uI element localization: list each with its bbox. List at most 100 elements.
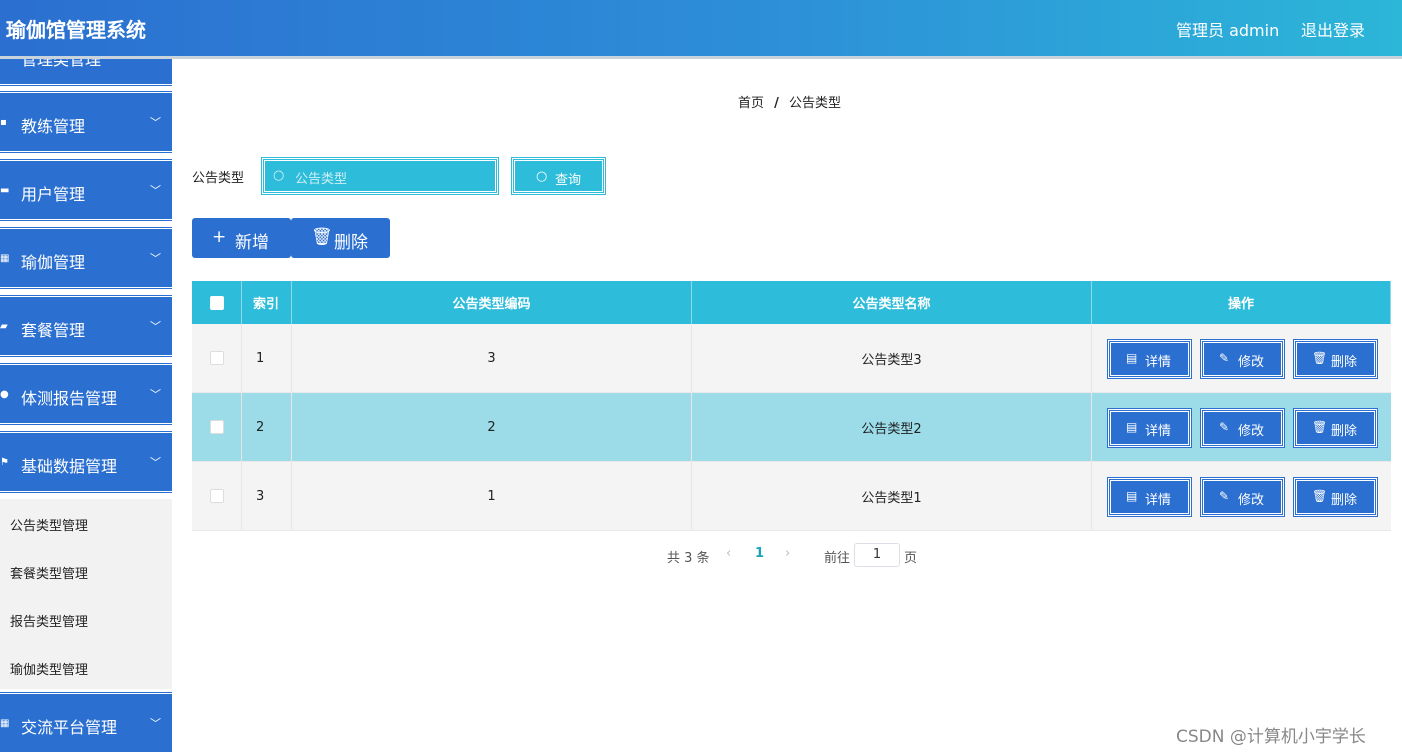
add-button[interactable]: + 新增	[192, 218, 291, 258]
row-code: 1	[292, 462, 692, 530]
sidebar-item-label: 瑜伽管理	[21, 253, 86, 272]
table-row: 2 2 公告类型2 ▤ 详情 ✎ 修改 🗑 删除	[192, 393, 1391, 462]
plus-icon: +	[212, 227, 227, 247]
chevron-down-icon: ﹀	[150, 717, 161, 730]
search-icon: ○	[273, 168, 285, 183]
sidebar-item-partial[interactable]: 管理类管理	[0, 59, 172, 87]
sidebar: 管理类管理 ▪ 教练管理 ﹀ ▬ 用户管理 ﹀ ▦ 瑜伽管理 ﹀ ▰ 套餐管理 …	[0, 59, 172, 753]
batch-delete-button[interactable]: 🗑 删除	[291, 218, 390, 258]
batch-delete-label: 删除	[334, 233, 368, 253]
header-divider	[0, 56, 1402, 59]
detail-button-label: 详情	[1145, 493, 1172, 508]
row-checkbox[interactable]	[209, 351, 224, 365]
row-name: 公告类型3	[692, 324, 1092, 392]
submenu-item-yoga-type[interactable]: 瑜伽类型管理	[10, 659, 88, 678]
document-icon: ▤	[1126, 420, 1138, 434]
chevron-down-icon: ﹀	[150, 388, 161, 401]
sidebar-item-label: 套餐管理	[21, 321, 86, 340]
delete-button[interactable]: 🗑 删除	[1293, 339, 1378, 379]
table-header: 索引 公告类型编码 公告类型名称 操作	[192, 281, 1391, 324]
row-checkbox[interactable]	[209, 489, 224, 503]
edit-button-label: 修改	[1238, 424, 1265, 439]
detail-button-label: 详情	[1145, 424, 1172, 439]
submenu-item-report-type[interactable]: 报告类型管理	[10, 611, 88, 630]
trash-icon: 🗑	[1312, 351, 1328, 365]
row-checkbox-cell	[192, 462, 242, 530]
sidebar-item-label: 用户管理	[21, 185, 86, 204]
watermark: CSDN @计算机小宇学长	[1176, 727, 1366, 747]
sidebar-item-label: 基础数据管理	[21, 457, 118, 476]
goto-label: 前往	[824, 551, 851, 566]
edit-button[interactable]: ✎ 修改	[1200, 339, 1285, 379]
trash-icon: 🗑	[311, 227, 333, 247]
chevron-up-icon: ﹀	[150, 456, 161, 469]
row-checkbox-cell	[192, 324, 242, 392]
header-checkbox-cell	[192, 281, 242, 324]
table-row: 3 1 公告类型1 ▤ 详情 ✎ 修改 🗑 删除	[192, 462, 1391, 531]
trash-icon: 🗑	[1312, 489, 1328, 503]
search-input[interactable]: ○ 公告类型	[261, 157, 499, 195]
sidebar-item-user[interactable]: ▬ 用户管理 ﹀	[0, 158, 172, 222]
pagination-total: 共 3 条	[667, 551, 710, 566]
next-page-icon[interactable]: ›	[785, 546, 790, 561]
grid-icon: ▦	[0, 718, 10, 729]
row-code: 2	[292, 393, 692, 461]
submenu-item-package-type[interactable]: 套餐类型管理	[10, 563, 88, 582]
sidebar-item-package[interactable]: ▰ 套餐管理 ﹀	[0, 294, 172, 358]
sidebar-item-label: 体测报告管理	[21, 389, 118, 408]
sidebar-item-basic-data[interactable]: ⚑ 基础数据管理 ﹀	[0, 430, 172, 494]
edit-button-label: 修改	[1238, 493, 1265, 508]
chevron-down-icon: ﹀	[150, 116, 161, 129]
row-code: 3	[292, 324, 692, 392]
goto-page-input[interactable]: 1	[854, 543, 900, 567]
row-index: 3	[242, 462, 292, 530]
document-icon: ▤	[1126, 351, 1138, 365]
sidebar-item-coach[interactable]: ▪ 教练管理 ﹀	[0, 90, 172, 154]
sidebar-item-label: 教练管理	[21, 117, 86, 136]
table-row: 1 3 公告类型3 ▤ 详情 ✎ 修改 🗑 删除	[192, 324, 1391, 393]
briefcase-icon: ▪	[0, 117, 7, 128]
person-icon: ●	[0, 389, 9, 400]
pencil-icon: ✎	[1219, 489, 1230, 503]
delete-button[interactable]: 🗑 删除	[1293, 408, 1378, 448]
sidebar-item-forum[interactable]: ▦ 交流平台管理 ﹀	[0, 691, 172, 753]
chevron-down-icon: ﹀	[150, 184, 161, 197]
trash-icon: 🗑	[1312, 420, 1328, 434]
row-name: 公告类型2	[692, 393, 1092, 461]
chevron-down-icon: ﹀	[150, 252, 161, 265]
flag-icon: ⚑	[0, 457, 9, 468]
search-icon: ○	[536, 169, 548, 184]
monitor-icon: ▬	[0, 185, 10, 196]
page-suffix: 页	[904, 551, 918, 566]
edit-button[interactable]: ✎ 修改	[1200, 477, 1285, 517]
sidebar-item-yoga[interactable]: ▦ 瑜伽管理 ﹀	[0, 226, 172, 290]
delete-button[interactable]: 🗑 删除	[1293, 477, 1378, 517]
current-user: 管理员 admin	[1176, 21, 1280, 40]
sidebar-item-label: 管理类管理	[21, 59, 102, 69]
document-icon: ▤	[1126, 489, 1138, 503]
query-button-label: 查询	[555, 173, 582, 188]
query-button[interactable]: ○ 查询	[511, 157, 606, 195]
detail-button[interactable]: ▤ 详情	[1107, 408, 1192, 448]
page-number[interactable]: 1	[755, 546, 764, 561]
edit-button-label: 修改	[1238, 355, 1265, 370]
row-index: 1	[242, 324, 292, 392]
prev-page-icon[interactable]: ‹	[726, 546, 731, 561]
column-header-name: 公告类型名称	[692, 281, 1092, 324]
submenu-item-notice-type[interactable]: 公告类型管理	[10, 515, 88, 534]
row-checkbox-cell	[192, 393, 242, 461]
sidebar-item-report[interactable]: ● 体测报告管理 ﹀	[0, 362, 172, 426]
column-header-actions: 操作	[1092, 281, 1391, 324]
sidebar-item-label: 交流平台管理	[21, 718, 118, 737]
detail-button[interactable]: ▤ 详情	[1107, 339, 1192, 379]
edit-button[interactable]: ✎ 修改	[1200, 408, 1285, 448]
pencil-icon: ✎	[1219, 351, 1230, 365]
select-all-checkbox[interactable]	[209, 295, 224, 310]
logout-link[interactable]: 退出登录	[1301, 17, 1365, 41]
detail-button[interactable]: ▤ 详情	[1107, 477, 1192, 517]
column-header-code: 公告类型编码	[292, 281, 692, 324]
detail-button-label: 详情	[1145, 355, 1172, 370]
row-checkbox[interactable]	[209, 420, 224, 434]
breadcrumb: 首页 / 公告类型	[738, 92, 841, 111]
breadcrumb-home[interactable]: 首页	[738, 96, 764, 111]
